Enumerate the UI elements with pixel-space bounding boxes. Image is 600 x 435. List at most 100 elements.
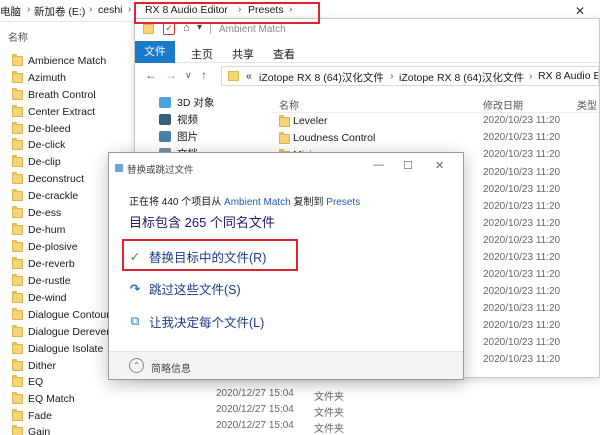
nav-item-videos[interactable]: 视频 xyxy=(159,111,198,127)
chevron-right-icon: › xyxy=(89,4,93,15)
table-row[interactable]: 2020/12/27 15:04 文件夹 xyxy=(216,402,600,419)
chevron-up-icon[interactable]: ⌃ xyxy=(129,358,144,373)
row-type: 文件夹 xyxy=(314,408,344,419)
address-overflow[interactable]: « xyxy=(246,70,252,82)
folder-icon xyxy=(228,71,239,81)
column-header-date[interactable]: 修改日期 xyxy=(483,97,523,112)
row-date: 2020/10/23 11:20 xyxy=(483,149,561,160)
maximize-icon[interactable]: ☐ xyxy=(403,159,413,172)
fewer-details-toggle[interactable]: 简略信息 xyxy=(151,360,191,375)
picture-icon xyxy=(159,130,171,142)
column-header-name[interactable]: 名称 xyxy=(8,29,28,44)
row-date: 2020/10/23 11:20 xyxy=(483,337,561,348)
highlight-box xyxy=(122,239,298,271)
window-title: Ambient Match xyxy=(219,24,286,35)
minimize-icon[interactable]: — xyxy=(373,159,384,171)
address-segment[interactable]: RX 8 Audio Edito xyxy=(538,70,598,82)
skip-files-option[interactable]: ↷ 跳过这些文件(S) xyxy=(127,275,241,301)
row-date: 2020/10/23 11:20 xyxy=(483,167,561,178)
folder-icon xyxy=(12,53,23,66)
folder-icon xyxy=(143,24,154,34)
nav-item-label: 3D 对象 xyxy=(177,96,215,109)
list-item-label: De-reverb xyxy=(28,257,75,270)
row-date: 2020/10/23 11:20 xyxy=(483,184,561,195)
nav-item-pictures[interactable]: 图片 xyxy=(159,128,198,144)
row-type: 文件夹 xyxy=(314,424,344,435)
list-item-label: Dialogue Derever xyxy=(28,325,110,338)
list-item-label: De-hum xyxy=(28,223,66,236)
app-icon xyxy=(115,164,123,172)
list-item-label: Deconstruct xyxy=(28,172,85,185)
list-item-label: EQ xyxy=(28,375,44,388)
chevron-right-icon: › xyxy=(529,70,533,82)
folder-icon xyxy=(12,256,23,269)
folder-icon xyxy=(12,70,23,83)
row-name: Loudness Control xyxy=(293,132,376,144)
address-segment[interactable]: iZotope RX 8 (64)汉化文件 xyxy=(399,70,524,85)
row-date: 2020/10/23 11:20 xyxy=(483,235,561,246)
list-item-label: Dialogue Contour xyxy=(28,308,110,321)
column-header-type[interactable]: 类型 xyxy=(577,97,597,112)
folder-icon xyxy=(12,341,23,354)
tab-share[interactable]: 共享 xyxy=(232,46,254,62)
breadcrumb-item[interactable]: ceshi xyxy=(98,4,123,16)
dest-link[interactable]: Presets xyxy=(326,197,360,208)
address-segment[interactable]: iZotope RX 8 (64)汉化文件 xyxy=(259,70,384,85)
decide-each-option[interactable]: ⧉ 让我决定每个文件(L) xyxy=(127,308,265,334)
folder-icon xyxy=(12,324,23,337)
source-link[interactable]: Ambient Match xyxy=(224,197,291,208)
list-item-label: Ambience Match xyxy=(28,54,107,67)
folder-icon xyxy=(12,408,23,421)
breadcrumb-item[interactable]: 新加卷 (E:) xyxy=(34,4,85,19)
folder-icon xyxy=(12,121,23,134)
folder-icon xyxy=(12,391,23,404)
nav-item-label: 视频 xyxy=(177,113,198,126)
folder-icon xyxy=(279,132,290,144)
list-item[interactable]: EQ Match xyxy=(12,390,212,407)
row-date: 2020/10/23 11:20 xyxy=(483,201,561,212)
folder-icon xyxy=(12,273,23,286)
row-date: 2020/10/23 11:20 xyxy=(483,303,561,314)
folder-icon xyxy=(12,222,23,235)
back-arrow-icon[interactable]: ← xyxy=(145,68,157,82)
forward-arrow-icon[interactable]: → xyxy=(165,68,177,82)
table-row[interactable]: 2020/12/27 15:04 文件夹 xyxy=(216,418,600,435)
compare-icon: ⧉ xyxy=(130,313,140,328)
tab-home[interactable]: 主页 xyxy=(191,46,213,62)
row-date: 2020/10/23 11:20 xyxy=(483,132,561,143)
row-name: Leveler xyxy=(293,115,328,127)
chevron-down-icon[interactable]: ∨ xyxy=(185,70,192,81)
column-header-name[interactable]: 名称 xyxy=(279,97,299,112)
nav-item-3d-objects[interactable]: 3D 对象 xyxy=(159,94,214,110)
folder-icon xyxy=(12,205,23,218)
list-item-label: Azimuth xyxy=(28,71,66,84)
chevron-right-icon: › xyxy=(27,4,31,15)
option-label: 跳过这些文件(S) xyxy=(149,282,241,297)
row-date: 2020/12/27 15:04 xyxy=(216,388,294,399)
folder-icon xyxy=(12,104,23,117)
video-icon xyxy=(159,113,171,125)
address-bar[interactable]: « iZotope RX 8 (64)汉化文件 › iZotope RX 8 (… xyxy=(221,66,599,86)
folder-icon xyxy=(12,87,23,100)
breadcrumb-item[interactable]: 电脑 xyxy=(0,4,21,19)
list-item-label: EQ Match xyxy=(28,392,75,405)
tab-view[interactable]: 查看 xyxy=(273,46,295,62)
chevron-right-icon: › xyxy=(390,70,394,82)
list-item[interactable]: Gain xyxy=(12,423,212,435)
folder-icon xyxy=(12,290,23,303)
copy-summary: 正在将 440 个项目从 Ambient Match 复制到 Presets xyxy=(129,193,360,208)
conflict-summary: 目标包含 265 个同名文件 xyxy=(129,215,275,230)
row-date: 2020/12/27 15:04 xyxy=(216,404,294,415)
row-type: 文件夹 xyxy=(314,392,344,403)
table-row[interactable]: 2020/12/27 15:04 文件夹 xyxy=(216,386,600,403)
table-row[interactable]: Leveler 2020/10/23 11:20 xyxy=(271,113,599,130)
list-item-label: De-bleed xyxy=(28,122,71,135)
up-arrow-icon[interactable]: ↑ xyxy=(201,68,207,82)
list-item-label: Fade xyxy=(28,409,52,422)
table-row[interactable]: Loudness Control 2020/10/23 11:20 xyxy=(271,130,599,147)
tab-file[interactable]: 文件 xyxy=(135,41,175,63)
chevron-right-icon: › xyxy=(128,4,132,15)
list-item[interactable]: Fade xyxy=(12,407,212,424)
close-icon[interactable]: ✕ xyxy=(575,4,585,18)
close-icon[interactable]: ✕ xyxy=(435,159,444,172)
